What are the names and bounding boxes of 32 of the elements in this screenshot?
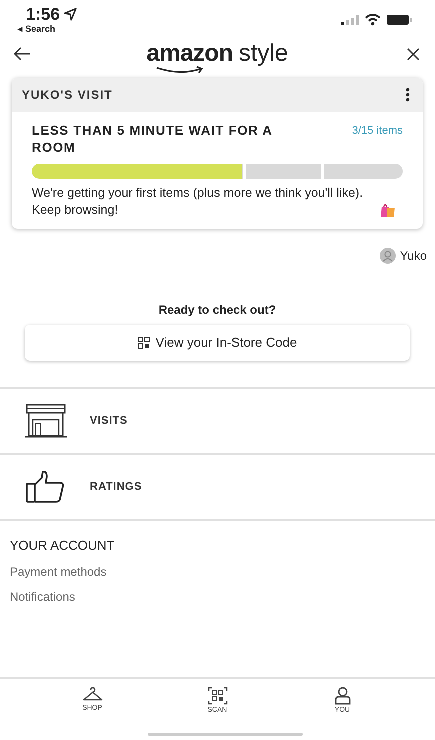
menu-label: VISITS: [90, 414, 128, 429]
visit-title: YUKO'S VISIT: [22, 87, 113, 104]
menu-row[interactable]: VISITS: [0, 389, 435, 455]
user-name: Yuko: [400, 248, 427, 265]
wait-status: LESS THAN 5 MINUTE WAIT FOR A ROOM: [32, 122, 274, 156]
shopping-bags-icon: [380, 203, 396, 217]
qr-code-icon: [138, 337, 150, 349]
menu-row[interactable]: RATINGS: [0, 455, 435, 521]
item-count: 3/15 items: [352, 124, 403, 139]
account-link[interactable]: Payment methods: [10, 564, 107, 580]
location-arrow-icon: [64, 8, 78, 21]
back-to-app-link[interactable]: ◂ Search: [18, 25, 78, 34]
account-heading: YOUR ACCOUNT: [10, 537, 116, 555]
back-arrow-icon: [13, 47, 31, 61]
checkout-prompt: Ready to check out?: [158, 302, 276, 319]
logo-suffix: style: [239, 42, 288, 66]
status-time: 1:56: [26, 6, 60, 23]
more-options-icon: [406, 88, 410, 102]
close-icon: [406, 48, 420, 60]
storefront-icon: [24, 404, 68, 438]
account-link[interactable]: Notifications: [10, 589, 76, 605]
scan-icon: [208, 687, 228, 705]
signal-icon: [341, 15, 359, 25]
logo-wordmark: amazon: [146, 42, 233, 66]
battery-icon: [387, 14, 413, 26]
avatar-icon: [380, 248, 396, 264]
wifi-icon: [365, 14, 381, 26]
visit-message: We're getting your first items (plus more we think you'll like). Keep browsing!: [32, 185, 364, 219]
menu-label: RATINGS: [90, 480, 142, 495]
in-store-code-button[interactable]: View your In-Store Code: [25, 325, 410, 361]
person-icon: [334, 687, 350, 705]
hanger-icon: [82, 687, 102, 703]
